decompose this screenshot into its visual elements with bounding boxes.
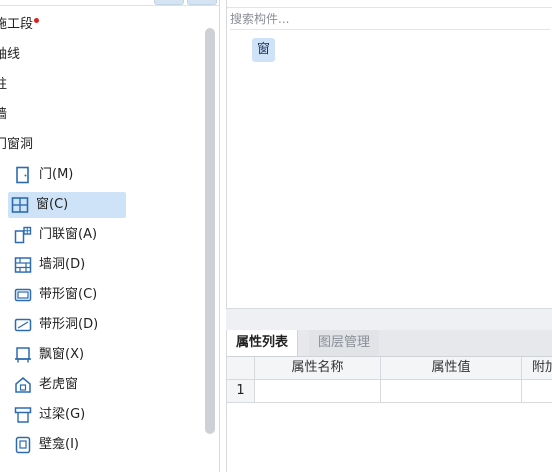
tree-item-label: 墙洞(D) <box>39 257 86 272</box>
tree-item-label: 柱 <box>0 77 8 92</box>
lintel-icon <box>14 406 32 424</box>
door-icon <box>14 166 32 184</box>
component-search-input[interactable]: 搜索构件... <box>230 9 550 30</box>
tree-item-door[interactable]: 门(M) <box>14 162 126 188</box>
tree-scrollbar-thumb[interactable] <box>205 28 215 434</box>
modified-marker <box>34 18 40 23</box>
tree-item-label: 门联窗(A) <box>39 227 98 242</box>
tree-item-door-window[interactable]: 门联窗(A) <box>14 222 97 248</box>
component-tree-panel: 施工段 轴线 柱 墙 门窗洞 门(M) 窗(C) 门联窗(A) 墙洞(D) 带形… <box>0 0 220 472</box>
tree-item-bay-window[interactable]: 飘窗(X) <box>14 342 84 368</box>
property-panel: 属性列表 图层管理 属性名称 属性值 附加 1 <box>226 330 552 472</box>
component-item-window[interactable]: 窗 <box>252 38 276 62</box>
tree-item-label: 轴线 <box>0 47 21 62</box>
tree-item-label: 施工段 <box>0 17 34 32</box>
bay-window-icon <box>14 346 32 364</box>
tree-item-construction-section[interactable]: 施工段 <box>0 12 40 38</box>
tree-item-wall-opening[interactable]: 墙洞(D) <box>14 252 85 278</box>
tree-item-label: 门(M) <box>39 167 74 182</box>
tree-item-label: 飘窗(X) <box>39 347 85 362</box>
tree-item-dormer-window[interactable]: 老虎窗 <box>14 372 78 398</box>
wall-opening-icon <box>14 256 32 274</box>
tab-layer-management[interactable]: 图层管理 <box>309 330 380 356</box>
tree-item-niche[interactable]: 壁龛(I) <box>14 432 79 458</box>
column-header-property-name[interactable]: 属性名称 <box>255 357 381 380</box>
additional-cell[interactable] <box>522 380 552 403</box>
right-area: 搜索构件... 窗 属性列表 图层管理 属性名称 属性值 附加 1 <box>226 0 552 472</box>
column-header-additional[interactable]: 附加 <box>522 357 552 380</box>
tree-item-label: 窗(C) <box>36 197 69 212</box>
door-window-icon <box>14 226 32 244</box>
niche-icon <box>14 436 32 454</box>
property-value-cell[interactable] <box>381 380 522 403</box>
property-tabs: 属性列表 图层管理 <box>227 330 552 357</box>
window-icon <box>11 196 29 214</box>
tree-item-window[interactable]: 窗(C) <box>8 192 126 218</box>
tree-item-label: 带形洞(D) <box>39 317 99 332</box>
tree-toolbar-button-2[interactable] <box>187 0 217 5</box>
row-number: 1 <box>227 380 255 403</box>
strip-opening-icon <box>14 316 32 334</box>
tree-item-label: 门窗洞 <box>0 137 34 152</box>
tree-item-label: 墙 <box>0 107 8 122</box>
tree-item-strip-opening[interactable]: 带形洞(D) <box>14 312 98 338</box>
tree-item-axis[interactable]: 轴线 <box>0 42 20 68</box>
tab-property-list[interactable]: 属性列表 <box>227 330 299 356</box>
component-list-panel: 搜索构件... 窗 <box>226 0 552 309</box>
tree-item-door-window-opening[interactable]: 门窗洞 <box>0 132 33 158</box>
tree-item-wall[interactable]: 墙 <box>0 102 7 128</box>
tree-item-label: 过梁(G) <box>39 407 86 422</box>
row-number-header <box>227 357 255 380</box>
tree-item-strip-window[interactable]: 带形窗(C) <box>14 282 97 308</box>
component-toolbar <box>227 0 552 8</box>
tree-item-label: 壁龛(I) <box>39 437 79 452</box>
dormer-window-icon <box>14 376 32 394</box>
tree-item-lintel[interactable]: 过梁(G) <box>14 402 85 428</box>
property-name-cell[interactable] <box>255 380 381 403</box>
tree-toolbar-button-1[interactable] <box>154 0 184 5</box>
tree-item-label: 带形窗(C) <box>39 287 98 302</box>
strip-window-icon <box>14 286 32 304</box>
tree-item-label: 老虎窗 <box>39 377 79 392</box>
column-header-property-value[interactable]: 属性值 <box>381 357 522 380</box>
tree-item-column[interactable]: 柱 <box>0 72 7 98</box>
